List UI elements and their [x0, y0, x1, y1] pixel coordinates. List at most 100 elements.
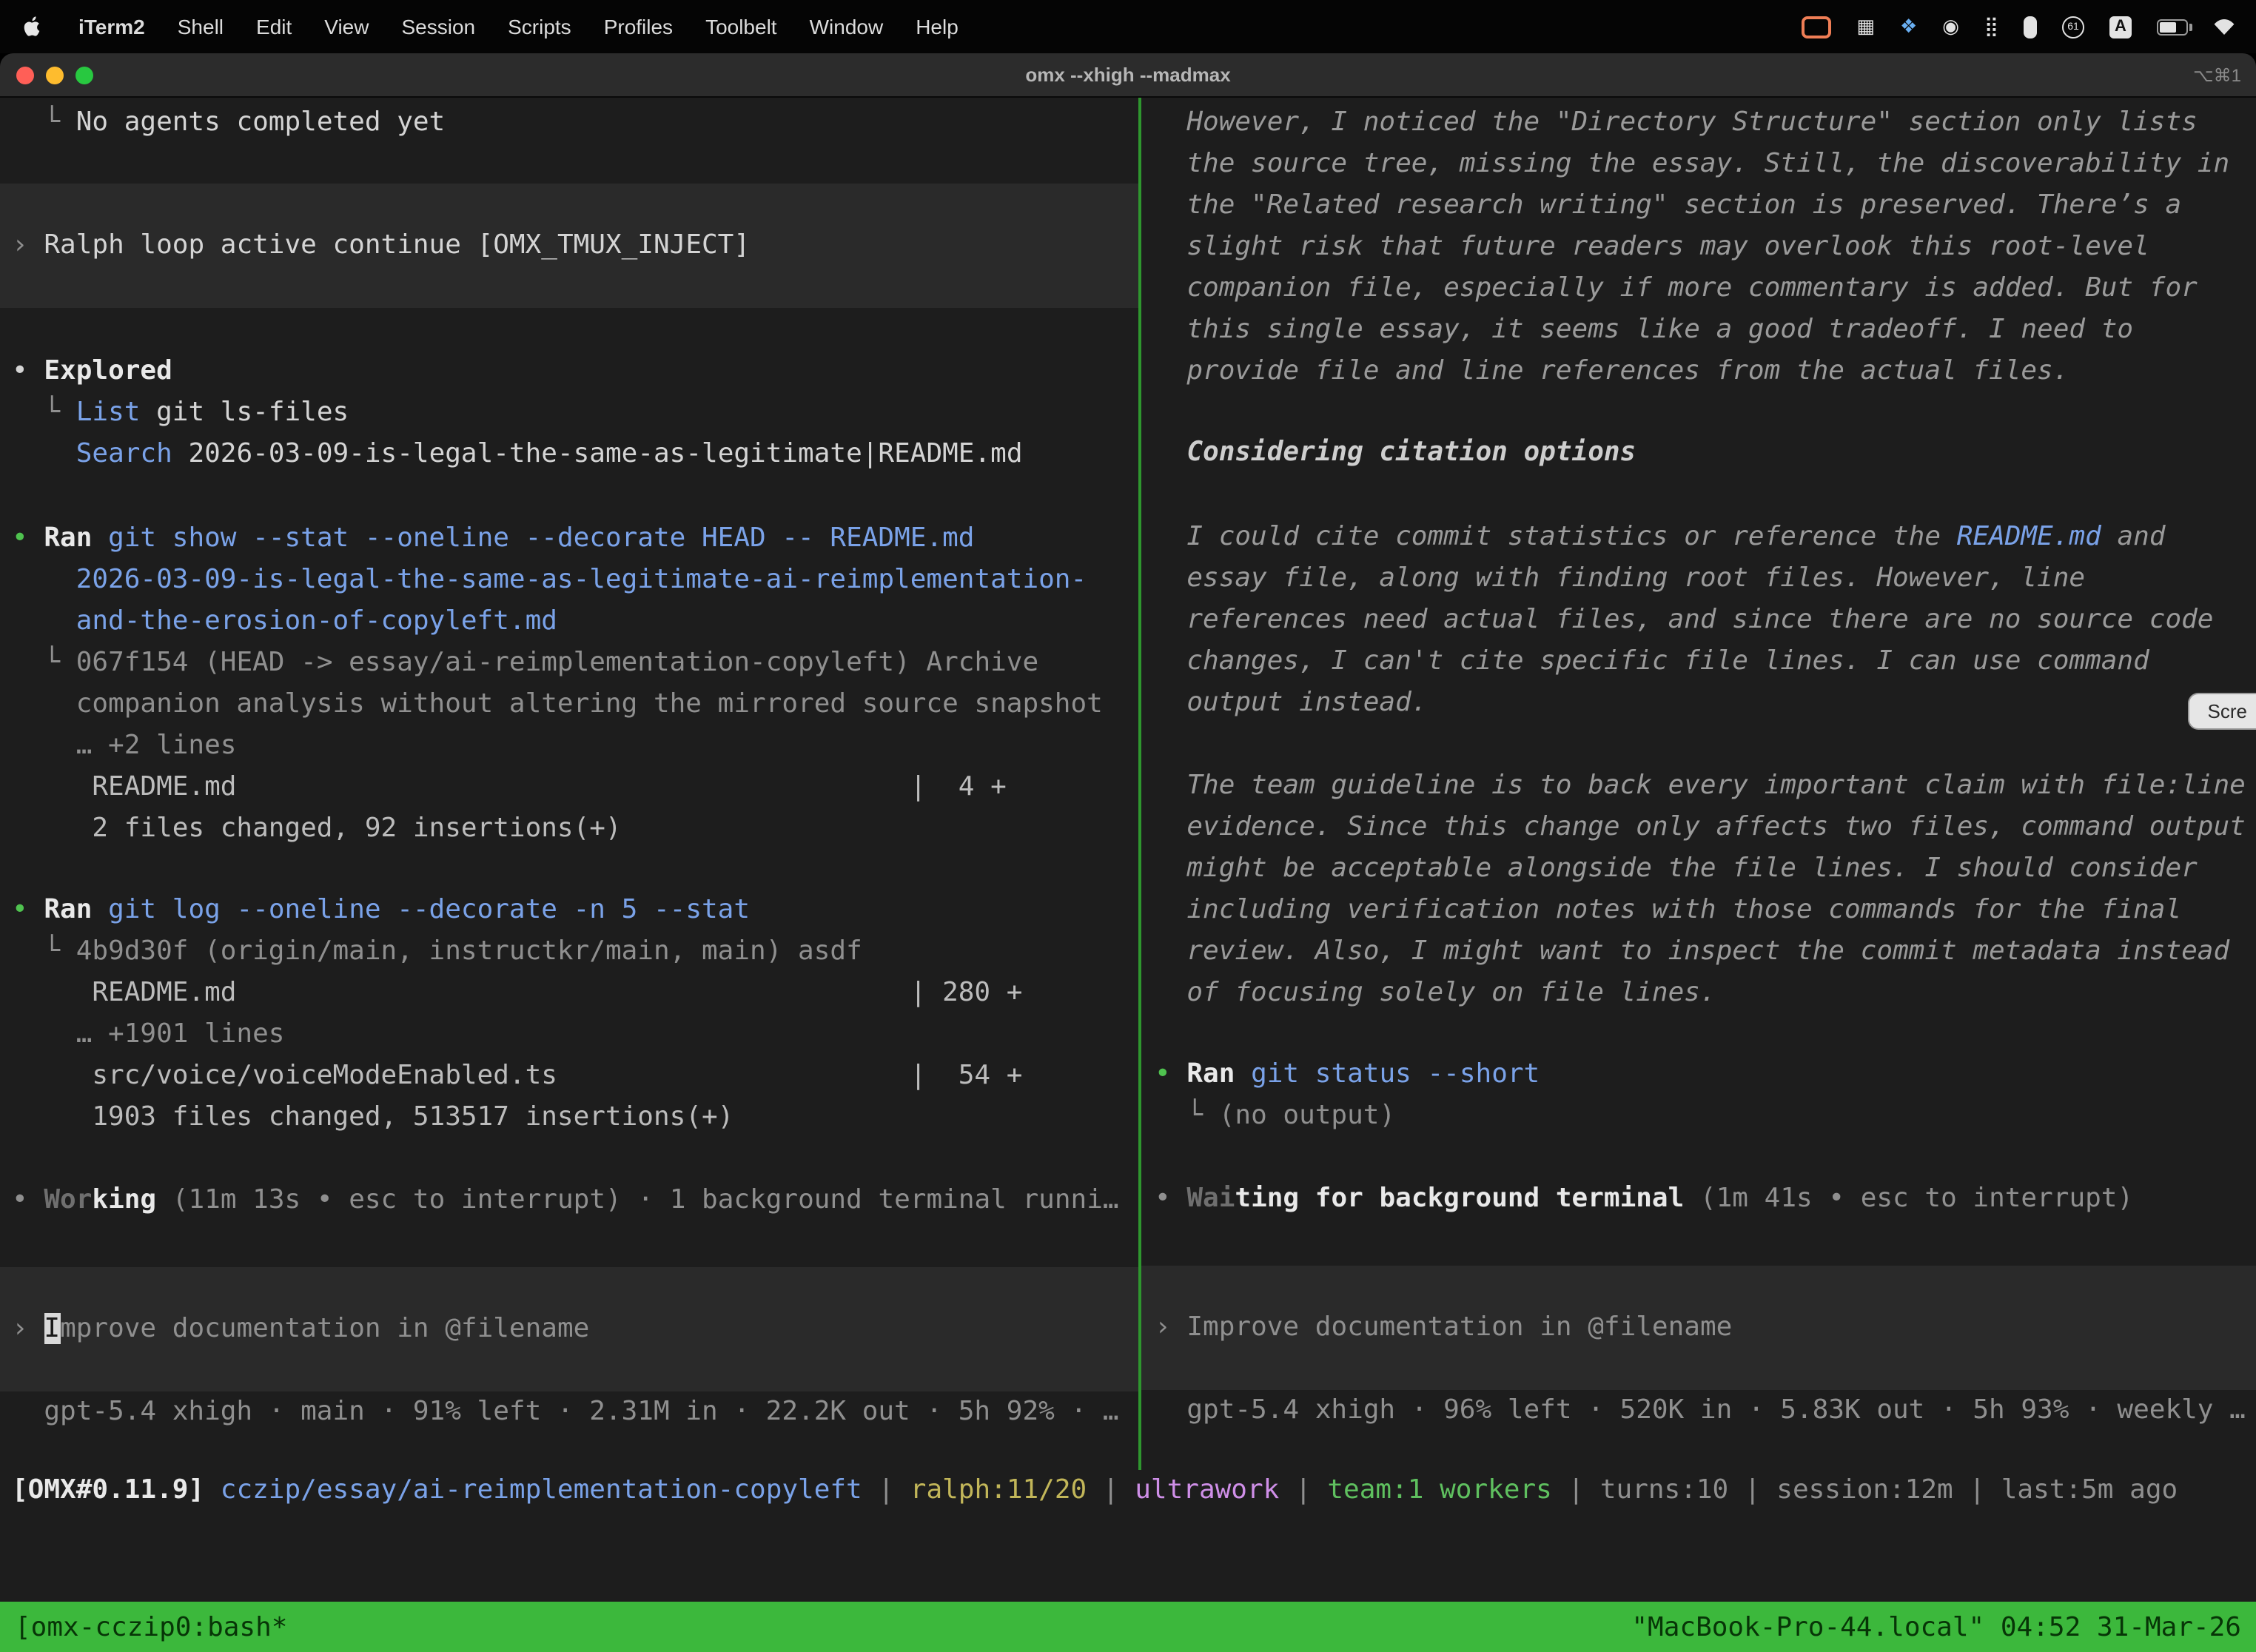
text-segment: |: [1279, 1474, 1327, 1505]
terminal-line: provide file and line references from th…: [1141, 351, 2256, 392]
menu-window[interactable]: Window: [793, 15, 900, 38]
text-segment: README.md | 4 +: [12, 771, 1007, 802]
minimize-button[interactable]: [46, 66, 64, 84]
text-segment: the source tree, missing the essay. Stil…: [1155, 148, 2229, 179]
title-bar[interactable]: omx --xhigh --madmax ⌥⌘1: [0, 53, 2256, 98]
text-segment: essay file, along with finding root file…: [1155, 563, 2085, 594]
terminal-line: └ 4b9d30f (origin/main, instructkr/main,…: [0, 931, 1138, 973]
close-button[interactable]: [16, 66, 34, 84]
pane-left[interactable]: └ No agents completed yet › Ralph loop ac…: [0, 98, 1138, 1470]
text-segment: Improve documentation in @filename: [1186, 1312, 1732, 1343]
terminal-gap: [0, 850, 1138, 890]
omx-summary-line: [OMX#0.11.9] cczip/essay/ai-reimplementa…: [0, 1470, 2256, 1511]
text-segment: review. Also, I might want to inspect th…: [1155, 936, 2229, 967]
terminal-line: • Ran git status --short: [1141, 1054, 2256, 1095]
menubar-status-icons: ▦ ❖ ◉ ⣿ 61 A: [1802, 12, 2235, 41]
text-segment: … +1901 lines: [12, 1018, 284, 1050]
terminal-line: 2 files changed, 92 insertions(+): [0, 808, 1138, 850]
terminal-line: essay file, along with finding root file…: [1141, 558, 2256, 600]
text-segment: team:1 workers: [1327, 1474, 1551, 1505]
text-segment: Considering citation options: [1155, 437, 1636, 468]
text-segment: └: [12, 397, 76, 428]
dark-app-icon[interactable]: ◉: [1942, 12, 1959, 41]
text-segment: gpt-5.4 xhigh · main · 91% left · 2.31M …: [12, 1396, 1119, 1427]
screen: iTerm2 Shell Edit View Session Scripts P…: [0, 0, 2256, 1652]
terminal-line: I could cite commit statistics or refere…: [1141, 517, 2256, 558]
prompt-input[interactable]: › Improve documentation in @filename: [0, 1267, 1138, 1391]
text-segment: Ran: [44, 523, 92, 554]
text-segment: … +2 lines: [12, 730, 236, 761]
text-segment: •: [12, 1184, 44, 1215]
terminal-line: • Waiting for background terminal (1m 41…: [1141, 1178, 2256, 1220]
terminal-line: Search 2026-03-09-is-legal-the-same-as-l…: [0, 434, 1138, 475]
input-source-icon[interactable]: A: [2109, 12, 2132, 41]
text-segment: [OMX#0.11.9]: [12, 1474, 204, 1505]
terminal-line: • Explored: [0, 351, 1138, 392]
tmux-panes: └ No agents completed yet › Ralph loop ac…: [0, 98, 2256, 1470]
battery-icon[interactable]: [2157, 12, 2188, 41]
terminal-line: might be acceptable alongside the file l…: [1141, 848, 2256, 890]
menu-session[interactable]: Session: [385, 15, 491, 38]
pill-icon[interactable]: [2024, 12, 2037, 41]
text-segment: Ralph loop active continue [OMX_TMUX_INJ…: [44, 229, 750, 261]
terminal-line: README.md | 4 +: [0, 767, 1138, 808]
menu-profiles[interactable]: Profiles: [588, 15, 689, 38]
ralph-loop-banner[interactable]: › Ralph loop active continue [OMX_TMUX_I…: [0, 184, 1138, 308]
text-segment: 2026-03-09-is-legal-the-same-as-legitima…: [12, 564, 1087, 595]
menu-iterm2[interactable]: iTerm2: [62, 15, 161, 38]
prompt-input[interactable]: › Improve documentation in @filename: [1141, 1266, 2256, 1390]
text-segment: changes, I can't cite specific file line…: [1155, 645, 2149, 676]
terminal-line: this single essay, it seems like a good …: [1141, 309, 2256, 351]
terminal-line: and-the-erosion-of-copyleft.md: [0, 601, 1138, 642]
terminal-line: • Working (11m 13s • esc to interrupt) ·…: [0, 1180, 1138, 1221]
text-segment: •: [12, 894, 44, 925]
omx-status-line: [OMX#0.11.9] cczip/essay/ai-reimplementa…: [0, 1470, 2256, 1511]
text-segment: The team guideline is to back every impo…: [1155, 770, 2246, 801]
text-segment: companion file, especially if more comme…: [1155, 272, 2198, 303]
menu-scripts[interactable]: Scripts: [491, 15, 588, 38]
terminal-line: └ 067f154 (HEAD -> essay/ai-reimplementa…: [0, 642, 1138, 684]
terminal-line: output instead.: [1141, 682, 2256, 724]
terminal-gap: [0, 1138, 1138, 1180]
zoom-button[interactable]: [75, 66, 93, 84]
text-segment: mprove documentation in @filename: [60, 1313, 589, 1344]
dots-grid-icon[interactable]: ⣿: [1984, 12, 1998, 41]
window-controls: [0, 66, 93, 84]
text-segment: output instead.: [1155, 687, 1427, 718]
text-segment: [12, 438, 76, 469]
terminal-line: └ No agents completed yet: [0, 102, 1138, 144]
menu-view[interactable]: View: [308, 15, 385, 38]
terminal-line: … +2 lines: [0, 725, 1138, 767]
menu-help[interactable]: Help: [899, 15, 975, 38]
text-segment: 2026-03-09-is-legal-the-same-as-legitima…: [172, 438, 1023, 469]
text-segment: Search: [76, 438, 172, 469]
menu-toolbelt[interactable]: Toolbelt: [689, 15, 793, 38]
terminal-line: slight risk that future readers may over…: [1141, 226, 2256, 268]
terminal: └ No agents completed yet › Ralph loop ac…: [0, 98, 2256, 1652]
screen-recording-indicator-icon[interactable]: [1802, 12, 1831, 41]
terminal-gap: [1141, 474, 2256, 517]
table-grid-icon[interactable]: ▦: [1856, 12, 1875, 41]
screen-sharing-button[interactable]: Scre: [2189, 693, 2256, 730]
apple-menu-icon[interactable]: [24, 15, 62, 38]
pane-right[interactable]: However, I noticed the "Directory Struct…: [1141, 98, 2256, 1470]
text-segment: turns:10: [1600, 1474, 1728, 1505]
text-segment: ralph:11/20: [910, 1474, 1087, 1505]
menu-shell[interactable]: Shell: [161, 15, 240, 38]
gauge-icon[interactable]: 61: [2062, 12, 2084, 41]
text-segment: •: [1155, 1183, 1186, 1214]
text-segment: Ran: [1186, 1058, 1235, 1089]
terminal-line: including verification notes with those …: [1141, 890, 2256, 931]
text-segment: However, I noticed the "Directory Struct…: [1155, 107, 2198, 138]
blue-app-icon[interactable]: ❖: [1900, 12, 1917, 41]
terminal-line: • Ran git show --stat --oneline --decora…: [0, 518, 1138, 560]
terminal-line: evidence. Since this change only affects…: [1141, 807, 2256, 848]
text-segment: might be acceptable alongside the file l…: [1155, 853, 2198, 884]
text-segment: cczip/essay/ai-reimplementation-copyleft: [221, 1474, 862, 1505]
wifi-icon[interactable]: [2213, 12, 2235, 41]
terminal-line: However, I noticed the "Directory Struct…: [1141, 102, 2256, 144]
terminal-gap: [1141, 1220, 2256, 1266]
menu-edit[interactable]: Edit: [240, 15, 308, 38]
terminal-line: 1903 files changed, 513517 insertions(+): [0, 1097, 1138, 1138]
terminal-line: of focusing solely on file lines.: [1141, 973, 2256, 1014]
